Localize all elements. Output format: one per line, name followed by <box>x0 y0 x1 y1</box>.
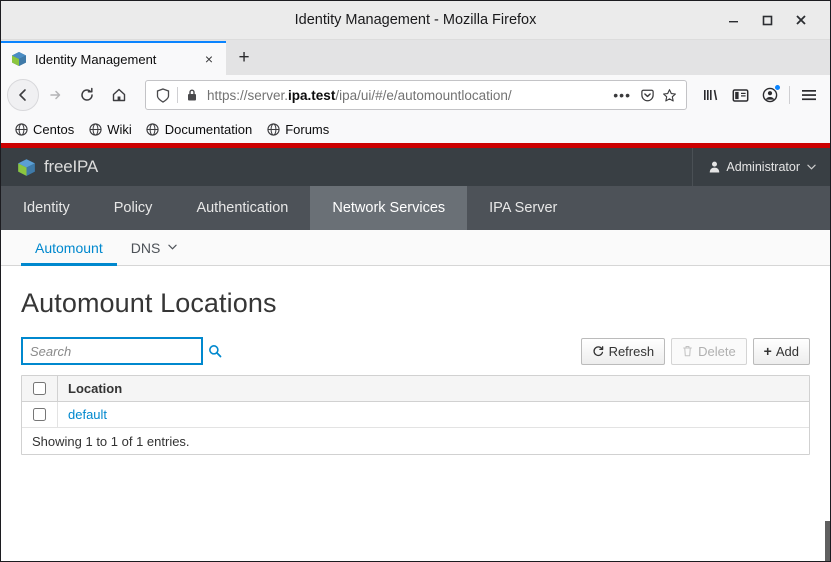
page-scrollbar-thumb[interactable] <box>825 521 830 561</box>
tab-title: Identity Management <box>35 51 157 67</box>
add-button-label: Add <box>775 343 799 359</box>
secondary-navigation: Automount DNS <box>1 230 830 266</box>
page-title: Automount Locations <box>21 288 277 318</box>
delete-button[interactable]: Delete <box>671 337 747 365</box>
page-content: Automount Locations Refresh <box>1 266 830 561</box>
subnav-item-automount[interactable]: Automount <box>21 230 117 266</box>
globe-icon <box>14 122 28 136</box>
select-all-cell <box>22 376 58 401</box>
refresh-button-label: Refresh <box>608 343 655 359</box>
toolbar-divider <box>789 86 790 104</box>
chevron-down-icon <box>807 162 816 173</box>
freeipa-cube-icon <box>17 158 36 177</box>
freeipa-logo[interactable]: freeIPA <box>17 157 98 177</box>
url-prefix: https://server. <box>207 87 289 103</box>
bookmark-documentation[interactable]: Documentation <box>139 120 259 139</box>
sidebar-icon[interactable] <box>725 80 755 110</box>
new-tab-button[interactable]: + <box>226 41 262 75</box>
window-title: Identity Management - Mozilla Firefox <box>294 12 537 28</box>
window-controls <box>716 5 830 35</box>
nav-item-ipa-server[interactable]: IPA Server <box>467 186 579 230</box>
trash-icon <box>682 345 693 357</box>
freeipa-header: freeIPA Administrator <box>1 148 830 186</box>
table-toolbar: Refresh Delete + Add <box>21 337 810 365</box>
reload-button-icon[interactable] <box>71 79 103 111</box>
search-input[interactable] <box>30 343 208 359</box>
library-icon[interactable] <box>695 80 725 110</box>
freeipa-cube-favicon <box>11 51 27 67</box>
row-select-cell <box>22 402 58 427</box>
search-box[interactable] <box>21 337 222 365</box>
page-scrollbar[interactable] <box>825 266 830 561</box>
navigation-toolbar: https://server.ipa.test/ipa/ui/#/e/autom… <box>1 75 830 115</box>
cell-location: default <box>58 407 809 422</box>
url-text[interactable]: https://server.ipa.test/ipa/ui/#/e/autom… <box>203 88 608 103</box>
column-header-location[interactable]: Location <box>58 381 809 396</box>
firefox-window: Identity Management - Mozilla Firefox Id… <box>0 0 831 562</box>
nav-item-policy[interactable]: Policy <box>92 186 175 230</box>
chevron-down-icon <box>168 242 177 253</box>
menu-icon[interactable] <box>794 80 824 110</box>
account-notification-badge <box>774 84 781 91</box>
subnav-label: Automount <box>35 239 103 256</box>
tab-strip: Identity Management × + <box>1 40 830 75</box>
table-footer: Showing 1 to 1 of 1 entries. <box>22 428 809 454</box>
nav-item-network-services[interactable]: Network Services <box>310 186 468 230</box>
user-icon <box>709 161 720 173</box>
url-path: /ipa/ui/#/e/automountlocation/ <box>335 87 512 103</box>
browser-tab-identity-management[interactable]: Identity Management × <box>1 41 226 75</box>
subnav-label: DNS <box>130 239 161 256</box>
bookmark-label: Forums <box>285 121 330 137</box>
url-bar[interactable]: https://server.ipa.test/ipa/ui/#/e/autom… <box>145 80 687 110</box>
forward-button-icon <box>39 79 71 111</box>
tab-close-icon[interactable]: × <box>200 50 218 68</box>
user-menu[interactable]: Administrator <box>692 148 830 186</box>
page-actions-icon[interactable]: ••• <box>608 87 636 103</box>
nav-item-authentication[interactable]: Authentication <box>174 186 310 230</box>
bookmark-forums[interactable]: Forums <box>259 120 336 139</box>
refresh-icon <box>592 345 604 357</box>
url-divider <box>177 87 178 103</box>
bookmark-label: Centos <box>33 121 75 137</box>
user-menu-label: Administrator <box>726 160 800 174</box>
globe-icon <box>146 122 160 136</box>
bookmarks-bar: Centos Wiki Documentation Forums <box>1 115 830 143</box>
action-buttons: Refresh Delete + Add <box>575 337 810 365</box>
primary-navigation: Identity Policy Authentication Network S… <box>1 186 830 230</box>
delete-button-label: Delete <box>698 343 736 359</box>
close-button[interactable] <box>784 5 818 35</box>
freeipa-brand-label: freeIPA <box>44 157 99 176</box>
refresh-button[interactable]: Refresh <box>580 337 666 365</box>
add-button[interactable]: + Add <box>752 337 810 365</box>
bookmark-label: Wiki <box>107 121 132 137</box>
minimize-button[interactable] <box>716 5 750 35</box>
url-domain: ipa.test <box>288 87 336 103</box>
bookmark-wiki[interactable]: Wiki <box>81 120 139 139</box>
search-icon[interactable] <box>208 342 222 360</box>
lock-icon[interactable] <box>181 84 203 106</box>
plus-icon: + <box>763 343 772 359</box>
bookmark-label: Documentation <box>164 121 253 137</box>
window-titlebar: Identity Management - Mozilla Firefox <box>1 1 830 40</box>
pocket-icon[interactable] <box>636 84 658 106</box>
table-row[interactable]: default <box>22 402 809 428</box>
globe-icon <box>88 122 102 136</box>
table-header-row: Location <box>22 376 809 402</box>
subnav-item-dns[interactable]: DNS <box>117 230 192 265</box>
location-link[interactable]: default <box>68 407 107 422</box>
select-all-checkbox[interactable] <box>33 382 46 395</box>
home-button-icon[interactable] <box>103 79 135 111</box>
account-icon[interactable] <box>755 80 785 110</box>
globe-icon <box>266 122 280 136</box>
bookmark-star-icon[interactable] <box>658 84 680 106</box>
automount-locations-table: Location default Showing 1 to 1 of 1 ent… <box>21 375 810 455</box>
bookmark-centos[interactable]: Centos <box>7 120 81 139</box>
maximize-button[interactable] <box>750 5 784 35</box>
nav-item-identity[interactable]: Identity <box>1 186 92 230</box>
toolbar-right-icons <box>695 80 824 110</box>
shield-icon[interactable] <box>152 84 174 106</box>
row-checkbox[interactable] <box>33 408 46 421</box>
back-button-icon[interactable] <box>7 79 39 111</box>
